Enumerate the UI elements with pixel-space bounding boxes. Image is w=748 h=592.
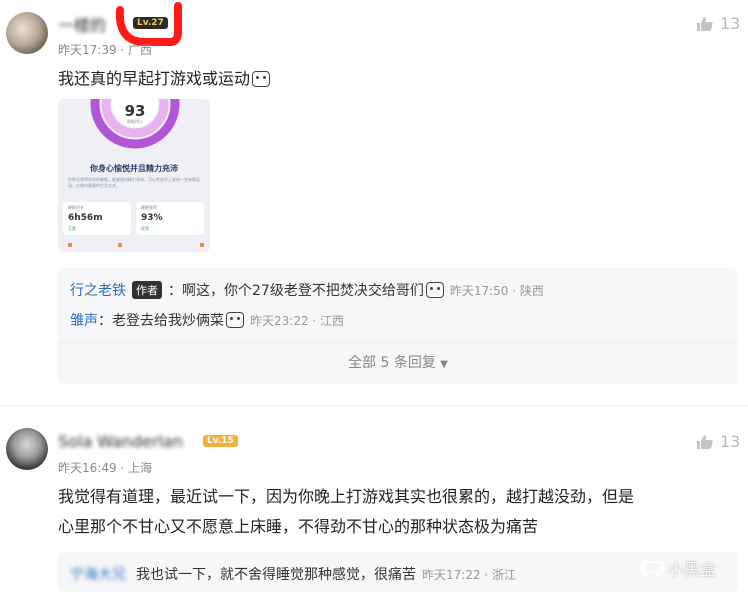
score-label: 睡眠得分 xyxy=(127,119,143,124)
reply-author[interactable]: 行之老铁 xyxy=(70,280,126,300)
stat-card-duration: 睡眠时长 6h56m 正常 xyxy=(63,202,131,235)
emoji-icon xyxy=(226,312,244,328)
sleep-headline: 你身心愉悦并且精力充沛 xyxy=(90,164,178,173)
reply-box: 行之老铁 作者 ：啊这，你个27级老登不把焚决交给哥们 昨天17:50 · 陕西… xyxy=(58,268,738,384)
comment-text-line-2: 心里那个不甘心又不愿意上床睡，不得劲不甘心的那种状态极为痛苦 xyxy=(58,517,539,536)
comment-time-location: 昨天16:49 · 上海 xyxy=(58,461,153,475)
emoji-icon xyxy=(252,71,271,87)
thumbs-up-icon xyxy=(697,16,713,31)
reply-box: 宁海大兄 我也试一下，就不舍得睡觉那种感觉，很痛苦 昨天17:22 · 浙江 xyxy=(58,552,738,592)
user-avatar[interactable] xyxy=(6,12,48,54)
user-level-badge: Lv.15 xyxy=(203,435,238,447)
watermark: 小黑盒 xyxy=(642,556,716,580)
comment-image[interactable]: 93 睡眠得分 你身心愉悦并且精力充沛 你昨天获得优质的睡眠，能够保持精力充沛。… xyxy=(58,99,210,252)
user-avatar[interactable] xyxy=(6,428,48,470)
reply-item[interactable]: 雏声 ：老登去给我炒俩菜 昨天23:22 · 江西 xyxy=(70,310,344,330)
caret-down-icon: ▼ xyxy=(440,359,448,370)
thumbs-up-icon xyxy=(697,434,713,449)
sleep-score: 93 xyxy=(124,102,146,120)
reply-meta: 昨天17:22 · 浙江 xyxy=(422,567,517,582)
reply-item[interactable]: 宁海大兄 我也试一下，就不舍得睡觉那种感觉，很痛苦 昨天17:22 · 浙江 xyxy=(70,564,516,584)
emoji-icon xyxy=(425,282,444,298)
reply-text: 我也试一下，就不舍得睡觉那种感觉，很痛苦 xyxy=(136,567,416,583)
reply-author[interactable]: 雏声 xyxy=(70,310,98,330)
reply-text: ：老登去给我炒俩菜 xyxy=(98,313,224,329)
like-count: 13 xyxy=(720,14,741,33)
reply-item[interactable]: 行之老铁 作者 ：啊这，你个27级老登不把焚决交给哥们 昨天17:50 · 陕西 xyxy=(70,280,544,300)
like-count: 13 xyxy=(720,432,741,451)
like-button[interactable]: 13 xyxy=(696,432,740,451)
gamepad-logo-icon xyxy=(642,561,664,576)
sleep-desc: 你昨天获得优质的睡眠，能够保持精力充沛。可以考虑早上安排一些有氧运动，以维持健康… xyxy=(68,177,200,188)
stat-card-efficiency: 睡眠效率 93% 优秀 xyxy=(136,202,204,235)
comment-time-location: 昨天17:39 · 广西 xyxy=(58,43,153,57)
reply-meta: 昨天17:50 · 陕西 xyxy=(449,283,544,298)
username[interactable]: 一楼的 xyxy=(58,12,106,36)
author-tag: 作者 xyxy=(132,281,162,299)
view-all-replies-button[interactable]: 全部 5 条回复 ▼ xyxy=(58,352,738,372)
reply-author[interactable]: 宁海大兄 xyxy=(70,564,126,584)
username[interactable]: Sola Wanderlan xyxy=(58,432,183,451)
comment-text: 我还真的早起打游戏或运动 xyxy=(58,64,271,94)
like-button[interactable]: 13 xyxy=(696,14,740,33)
reply-text: ：啊这，你个27级老登不把焚决交给哥们 xyxy=(168,283,424,299)
reply-meta: 昨天23:22 · 江西 xyxy=(250,313,345,328)
comment-text-line-1: 我觉得有道理，最近试一下，因为你晚上打游戏其实也很累的，越打越没劲，但是 xyxy=(58,487,635,506)
